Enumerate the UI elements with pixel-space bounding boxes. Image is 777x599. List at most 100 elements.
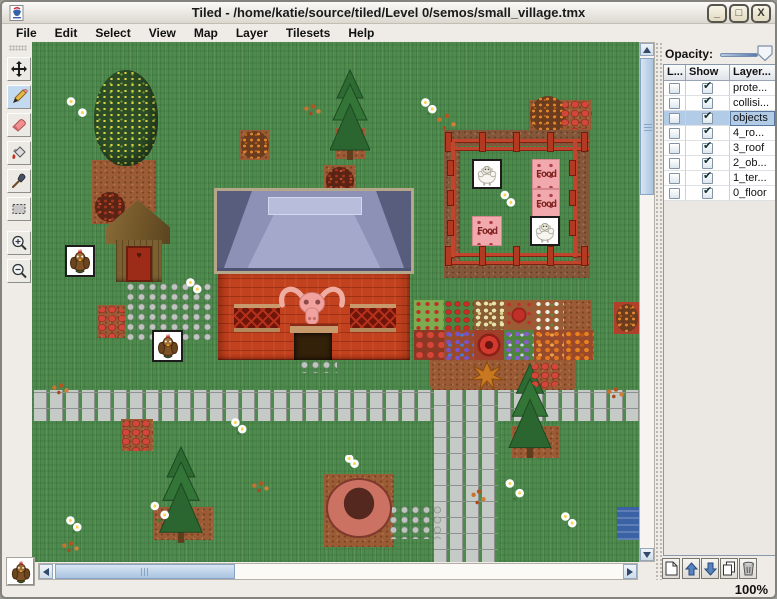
leaf-sprigs xyxy=(605,386,627,400)
map-vertical-scrollbar[interactable] xyxy=(639,42,655,562)
layer-name[interactable]: 3_roof xyxy=(730,141,775,156)
close-button[interactable]: X xyxy=(751,4,771,23)
raise-layer-button[interactable] xyxy=(682,558,700,579)
visibility-checkbox[interactable]: ✔ xyxy=(702,128,713,139)
maximize-button[interactable]: □ xyxy=(729,4,749,23)
zoom-in-tool-button[interactable] xyxy=(7,231,31,255)
layer-row[interactable]: ✔ 4_ro... xyxy=(664,126,775,141)
column-show[interactable]: Show xyxy=(686,65,730,80)
show-cell[interactable]: ✔ xyxy=(686,96,730,111)
sheep-icon xyxy=(475,162,499,186)
layer-name[interactable]: 1_ter... xyxy=(730,171,775,186)
fence-post xyxy=(569,220,576,236)
layer-row[interactable]: ✔ 1_ter... xyxy=(664,171,775,186)
lock-cell[interactable] xyxy=(664,171,686,186)
layer-name[interactable]: objects xyxy=(730,111,775,126)
eraser-tool-button[interactable] xyxy=(7,113,31,137)
visibility-checkbox[interactable]: ✔ xyxy=(702,143,713,154)
menu-layer[interactable]: Layer xyxy=(227,24,277,42)
show-cell[interactable]: ✔ xyxy=(686,186,730,201)
toolbar-grip[interactable] xyxy=(9,45,27,51)
lock-checkbox[interactable] xyxy=(669,173,680,184)
titlebar[interactable]: Tiled - /home/katie/source/tiled/Level 0… xyxy=(2,2,775,24)
visibility-checkbox[interactable]: ✔ xyxy=(702,188,713,199)
show-cell[interactable]: ✔ xyxy=(686,126,730,141)
layer-name[interactable]: prote... xyxy=(730,81,775,96)
layer-name[interactable]: 2_ob... xyxy=(730,156,775,171)
layer-row[interactable]: ✔ 3_roof xyxy=(664,141,775,156)
show-cell[interactable]: ✔ xyxy=(686,171,730,186)
scroll-left-button[interactable] xyxy=(39,564,53,579)
show-cell[interactable]: ✔ xyxy=(686,81,730,96)
stamp-brush-tool-button[interactable] xyxy=(7,85,31,109)
show-cell[interactable]: ✔ xyxy=(686,141,730,156)
move-tool-button[interactable] xyxy=(7,57,31,81)
lock-cell[interactable] xyxy=(664,141,686,156)
fill-tool-button[interactable] xyxy=(7,141,31,165)
lock-cell[interactable] xyxy=(664,111,686,126)
show-cell[interactable]: ✔ xyxy=(686,111,730,126)
opacity-slider[interactable] xyxy=(720,53,758,57)
map-canvas[interactable]: Food Food Food xyxy=(32,42,639,562)
delete-layer-button[interactable] xyxy=(739,558,757,579)
layer-name[interactable]: collisi... xyxy=(730,96,775,111)
lock-checkbox[interactable] xyxy=(669,158,680,169)
visibility-checkbox[interactable]: ✔ xyxy=(702,158,713,169)
menu-select[interactable]: Select xyxy=(86,24,139,42)
visibility-checkbox[interactable]: ✔ xyxy=(702,173,713,184)
lock-checkbox[interactable] xyxy=(669,128,680,139)
lock-checkbox[interactable] xyxy=(669,98,680,109)
panel-splitter[interactable] xyxy=(655,42,663,580)
sheep-spawn-tile xyxy=(530,216,560,246)
column-lock[interactable]: L... xyxy=(664,65,686,80)
sheep-spawn-tile xyxy=(472,159,502,189)
marquee-icon xyxy=(10,200,28,218)
scroll-up-button[interactable] xyxy=(640,43,654,56)
rect-select-tool-button[interactable] xyxy=(7,197,31,221)
show-cell[interactable]: ✔ xyxy=(686,156,730,171)
lock-cell[interactable] xyxy=(664,186,686,201)
zoom-out-tool-button[interactable] xyxy=(7,259,31,283)
lock-cell[interactable] xyxy=(664,96,686,111)
menu-edit[interactable]: Edit xyxy=(46,24,87,42)
lock-checkbox[interactable] xyxy=(669,143,680,154)
lock-checkbox[interactable] xyxy=(669,188,680,199)
opacity-slider-thumb[interactable] xyxy=(756,45,774,62)
menu-map[interactable]: Map xyxy=(185,24,227,42)
layer-row[interactable]: ✔ 0_floor xyxy=(664,186,775,201)
map-horizontal-scrollbar[interactable] xyxy=(38,563,638,580)
layer-name[interactable]: 4_ro... xyxy=(730,126,775,141)
visibility-checkbox[interactable]: ✔ xyxy=(702,113,713,124)
add-layer-button[interactable] xyxy=(662,558,680,579)
lock-checkbox[interactable] xyxy=(669,113,680,124)
menu-help[interactable]: Help xyxy=(339,24,383,42)
layer-row[interactable]: ✔ prote... xyxy=(664,81,775,96)
menu-tilesets[interactable]: Tilesets xyxy=(277,24,339,42)
lock-checkbox[interactable] xyxy=(669,83,680,94)
visibility-checkbox[interactable]: ✔ xyxy=(702,83,713,94)
layer-row-selected[interactable]: ✔ objects xyxy=(664,111,775,126)
layer-name[interactable]: 0_floor xyxy=(730,186,775,201)
duplicate-layer-button[interactable] xyxy=(720,558,738,579)
minimize-button[interactable]: _ xyxy=(707,4,727,23)
food-tile: Food xyxy=(532,189,560,219)
menu-file[interactable]: File xyxy=(7,24,46,42)
vertical-scroll-thumb[interactable] xyxy=(640,58,654,195)
visibility-checkbox[interactable]: ✔ xyxy=(702,98,713,109)
lower-layer-button[interactable] xyxy=(701,558,719,579)
scroll-right-button[interactable] xyxy=(623,564,637,579)
current-brush-button[interactable] xyxy=(7,558,34,585)
eyedropper-tool-button[interactable] xyxy=(7,169,31,193)
menu-view[interactable]: View xyxy=(140,24,185,42)
scroll-down-button[interactable] xyxy=(640,548,654,561)
fence-post xyxy=(581,132,588,152)
column-layer[interactable]: Layer... xyxy=(730,65,775,80)
flower-tile xyxy=(414,330,444,360)
horizontal-scroll-thumb[interactable] xyxy=(55,564,235,579)
layer-row[interactable]: ✔ 2_ob... xyxy=(664,156,775,171)
lock-cell[interactable] xyxy=(664,156,686,171)
layer-row[interactable]: ✔ collisi... xyxy=(664,96,775,111)
lock-cell[interactable] xyxy=(664,81,686,96)
doorstep-stones xyxy=(299,360,337,373)
lock-cell[interactable] xyxy=(664,126,686,141)
